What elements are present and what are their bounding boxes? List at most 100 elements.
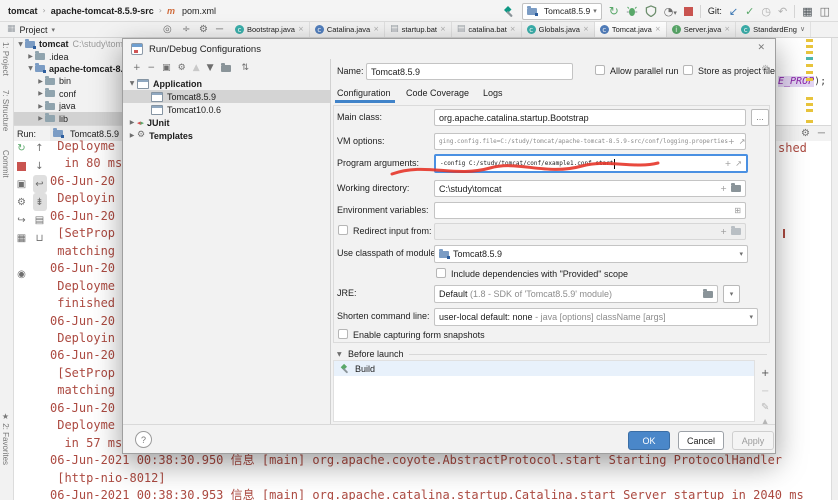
pin-icon[interactable]: ◉: [15, 265, 29, 283]
move-up-icon[interactable]: ▲: [193, 64, 200, 73]
run-icon[interactable]: ↻: [609, 5, 619, 17]
allow-parallel-checkbox[interactable]: [595, 65, 605, 75]
chevron-right-icon[interactable]: ▶: [127, 132, 137, 139]
collapse-triangle-icon[interactable]: ▼: [337, 352, 342, 358]
plus-icon[interactable]: +: [720, 184, 727, 193]
chevron-down-icon[interactable]: ▾: [749, 313, 753, 321]
working-directory-field[interactable]: C:\study\tomcat +: [434, 180, 746, 197]
environment-variables-field[interactable]: ⊞: [434, 202, 746, 219]
history-icon[interactable]: ◷: [761, 6, 771, 17]
soft-wrap-icon[interactable]: ↩: [33, 175, 47, 193]
project-panel-title[interactable]: Project: [20, 25, 48, 35]
program-arguments-field[interactable]: -config C:/study/tomcat/conf/example1.co…: [434, 154, 748, 173]
copy-icon[interactable]: ▣: [162, 64, 171, 73]
shorten-command-select[interactable]: user-local default: none - java [options…: [434, 308, 758, 326]
detach-icon[interactable]: ↪: [15, 211, 29, 229]
project-tree-row[interactable]: ▶bin: [14, 75, 130, 87]
build-settings-icon[interactable]: ⚙: [15, 193, 29, 211]
editor-tab[interactable]: cBootstrap.java×: [230, 22, 310, 37]
chevron-right-icon[interactable]: ▶: [36, 115, 45, 122]
tab-code-coverage[interactable]: Code Coverage: [406, 88, 469, 98]
editor-tab[interactable]: cStandardEng∨: [736, 22, 811, 37]
stripe-mark[interactable]: [806, 97, 813, 100]
browse-icon[interactable]: ⊞: [734, 207, 741, 215]
minimize-icon[interactable]: ─: [216, 24, 223, 35]
plus-icon[interactable]: +: [728, 137, 735, 146]
editor-tab[interactable]: cTomcat.java×: [595, 22, 667, 37]
folder-icon[interactable]: [703, 291, 713, 298]
chevron-right-icon[interactable]: ▶: [127, 119, 137, 126]
restore-windows-icon[interactable]: ◫: [820, 6, 830, 17]
editor-tab[interactable]: cCatalina.java×: [310, 22, 385, 37]
rerun-icon[interactable]: ↻: [15, 139, 29, 157]
stripe-mark[interactable]: [806, 45, 813, 48]
project-tree-row[interactable]: ▶java: [14, 100, 130, 112]
expand-icon[interactable]: ↗: [735, 159, 742, 168]
profiler-icon[interactable]: ◔▾: [664, 6, 677, 17]
run-configuration-select[interactable]: Tomcat8.5.9 ▾: [522, 3, 602, 20]
project-tree-row[interactable]: ▶lib: [14, 112, 130, 124]
minimize-icon[interactable]: ─: [818, 128, 825, 139]
rollback-icon[interactable]: ↶: [778, 6, 787, 17]
close-icon[interactable]: ×: [510, 26, 516, 33]
chevron-right-icon[interactable]: ▶: [36, 78, 45, 85]
breadcrumb-item[interactable]: apache-tomcat-8.5.9-src: [51, 6, 154, 16]
close-icon[interactable]: ×: [373, 26, 379, 33]
scroll-to-end-icon[interactable]: ⇟: [33, 193, 47, 211]
move-down-icon[interactable]: ▼: [207, 64, 214, 73]
restore-layout-icon[interactable]: ▣: [15, 175, 29, 193]
close-icon[interactable]: ×: [724, 26, 730, 33]
config-tree-row[interactable]: Tomcat8.5.9: [123, 90, 330, 103]
chevron-right-icon[interactable]: ▶: [36, 90, 45, 97]
before-launch-item[interactable]: Build: [334, 361, 754, 376]
help-button[interactable]: ?: [135, 431, 152, 448]
chevron-right-icon[interactable]: ▶: [26, 53, 35, 60]
chevron-down-icon[interactable]: ▾: [739, 250, 743, 258]
new-folder-icon[interactable]: [221, 65, 231, 72]
vm-options-field[interactable]: ging.config.file=C:/study/tomcat/apache-…: [434, 133, 746, 150]
project-tree-row[interactable]: ▶conf: [14, 88, 130, 100]
console-layout-icon[interactable]: ▦: [15, 229, 29, 247]
breadcrumb-item[interactable]: tomcat: [8, 6, 38, 16]
close-icon[interactable]: ×: [440, 26, 446, 33]
store-project-checkbox[interactable]: [683, 65, 693, 75]
gear-icon[interactable]: ⚙: [199, 25, 208, 35]
tab-logs[interactable]: Logs: [483, 88, 503, 98]
stripe-mark[interactable]: [806, 120, 813, 123]
editor-tab[interactable]: ▤startup.bat×: [385, 22, 452, 37]
build-hammer-icon[interactable]: [502, 5, 515, 18]
git-update-icon[interactable]: ↙: [729, 6, 738, 17]
stop-icon[interactable]: [15, 157, 29, 175]
jre-dropdown-button[interactable]: ▾: [723, 285, 740, 303]
close-icon[interactable]: ×: [655, 26, 661, 33]
edit-pencil-icon[interactable]: ✎: [761, 402, 769, 413]
config-tree-row[interactable]: ▶◂▸JUnit: [123, 116, 330, 129]
stripe-mark[interactable]: [806, 39, 813, 42]
down-stack-trace-icon[interactable]: ↓: [33, 157, 47, 175]
chevron-down-icon[interactable]: ▼: [16, 41, 25, 48]
before-launch-list[interactable]: Build: [333, 360, 755, 422]
stripe-mark[interactable]: [806, 109, 813, 112]
stripe-mark[interactable]: [806, 57, 813, 60]
stripe-mark[interactable]: [806, 51, 813, 54]
clear-console-icon[interactable]: ⊔: [33, 229, 47, 247]
collapse-all-icon[interactable]: ÷: [182, 25, 190, 35]
capture-snapshots-checkbox[interactable]: [338, 329, 348, 339]
tab-configuration[interactable]: Configuration: [337, 88, 391, 98]
name-field[interactable]: Tomcat8.5.9: [366, 63, 573, 80]
add-icon[interactable]: +: [133, 64, 141, 73]
chevron-down-icon[interactable]: ▼: [127, 80, 137, 87]
before-launch-header[interactable]: Before launch: [348, 349, 404, 359]
stop-icon[interactable]: [684, 7, 693, 16]
folder-icon[interactable]: [731, 185, 741, 192]
window-scrollbar[interactable]: [831, 38, 838, 500]
close-icon[interactable]: ×: [583, 26, 589, 33]
classpath-module-select[interactable]: Tomcat8.5.9 ▾: [434, 245, 748, 263]
print-icon[interactable]: ▤: [33, 211, 47, 229]
locate-file-icon[interactable]: ◎: [163, 25, 172, 35]
main-class-field[interactable]: org.apache.catalina.startup.Bootstrap: [434, 109, 746, 126]
stripe-mark[interactable]: [806, 71, 813, 74]
chevron-down-icon[interactable]: ▼: [26, 65, 35, 72]
tab-list-chevron-icon[interactable]: ∨: [800, 26, 805, 33]
config-tree-row[interactable]: ▶⚙Templates: [123, 129, 330, 142]
